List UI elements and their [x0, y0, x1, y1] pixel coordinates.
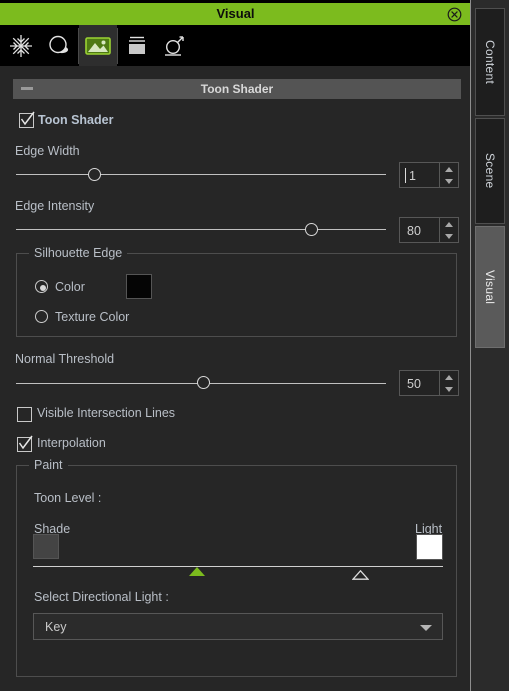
edge-intensity-spinbox[interactable]: 80 — [399, 217, 459, 243]
particle-emitter-icon[interactable] — [156, 25, 194, 66]
text-caret — [405, 168, 406, 183]
edge-intensity-label: Edge Intensity — [15, 199, 95, 213]
panel-content: Toon Shader Toon Shader Edge Width 1 Edg… — [0, 66, 471, 691]
spinner-buttons — [439, 163, 458, 187]
directional-light-label: Select Directional Light : — [34, 590, 169, 604]
snowflake-effects-icon[interactable] — [2, 25, 40, 66]
chevron-down-icon — [420, 625, 432, 631]
paint-group-title: Paint — [29, 458, 68, 472]
panel-toolbar — [0, 25, 471, 66]
check-icon — [18, 110, 35, 127]
edge-width-value: 1 — [409, 169, 416, 183]
normal-threshold-slider-knob[interactable] — [197, 376, 210, 389]
close-circle-icon[interactable] — [447, 7, 462, 22]
edge-width-spinbox[interactable]: 1 — [399, 162, 459, 188]
triangle-up-icon — [445, 221, 453, 227]
edge-width-slider-knob[interactable] — [88, 168, 101, 181]
spin-down-button[interactable] — [440, 230, 458, 242]
toon-level-label: Toon Level : — [34, 491, 102, 505]
light-marker[interactable] — [351, 567, 370, 580]
spin-up-button[interactable] — [440, 218, 458, 230]
tab-visual-label: Visual — [483, 269, 497, 305]
triangle-up-icon — [445, 166, 453, 172]
normal-threshold-spinbox[interactable]: 50 — [399, 370, 459, 396]
image-texture-icon[interactable] — [79, 25, 117, 66]
tab-content-label: Content — [483, 39, 497, 85]
right-tabstrip: Content Scene Visual — [471, 0, 509, 691]
edge-width-label: Edge Width — [15, 144, 80, 158]
tab-content[interactable]: Content — [475, 8, 505, 116]
application-window: Visual Toon Shader Toon Shader Edge Widt… — [0, 0, 509, 691]
edge-width-slider-track[interactable] — [16, 174, 386, 175]
box-drawer-icon[interactable] — [118, 25, 156, 66]
directional-light-combobox[interactable]: Key — [33, 613, 443, 640]
radio-texture-color[interactable] — [35, 310, 48, 323]
section-title: Toon Shader — [200, 82, 274, 96]
interpolation-label: Interpolation — [37, 436, 106, 450]
normal-threshold-label: Normal Threshold — [15, 352, 115, 366]
radio-color[interactable] — [35, 280, 48, 293]
triangle-down-icon — [445, 233, 453, 239]
light-color-swatch[interactable] — [416, 534, 443, 560]
silhouette-color-swatch[interactable] — [126, 274, 152, 299]
spinner-buttons — [439, 371, 458, 395]
triangle-down-icon — [445, 386, 453, 392]
silhouette-edge-group-title: Silhouette Edge — [29, 246, 128, 260]
edge-intensity-slider-track[interactable] — [16, 229, 386, 230]
panel-titlebar: Visual — [0, 3, 471, 25]
shade-color-swatch[interactable] — [33, 534, 59, 559]
spin-down-button[interactable] — [440, 175, 458, 187]
check-icon — [16, 434, 33, 451]
spinner-buttons — [439, 218, 458, 242]
spin-up-button[interactable] — [440, 163, 458, 175]
radio-color-label: Color — [55, 280, 85, 294]
shade-marker[interactable] — [189, 567, 205, 576]
checkbox-box — [17, 407, 32, 422]
visual-panel: Visual Toon Shader Toon Shader Edge Widt… — [0, 0, 471, 691]
radio-dot — [39, 284, 46, 291]
tab-scene-label: Scene — [483, 153, 497, 189]
tab-scene[interactable]: Scene — [475, 118, 505, 224]
triangle-up-icon — [445, 374, 453, 380]
silhouette-edge-group — [16, 253, 457, 337]
spin-down-button[interactable] — [440, 383, 458, 395]
spin-up-button[interactable] — [440, 371, 458, 383]
toon-shader-section-header[interactable]: Toon Shader — [13, 79, 461, 99]
edge-intensity-slider-knob[interactable] — [305, 223, 318, 236]
directional-light-value: Key — [45, 620, 67, 634]
tab-visual[interactable]: Visual — [475, 226, 505, 348]
radio-texture-color-label: Texture Color — [55, 310, 130, 324]
toon-shader-checkbox-label: Toon Shader — [38, 113, 114, 127]
normal-threshold-value: 50 — [407, 377, 421, 391]
toon-level-gradient-bar[interactable] — [33, 566, 443, 567]
shading-ball-icon[interactable] — [40, 25, 78, 66]
triangle-down-icon — [445, 178, 453, 184]
visible-intersection-lines-label: Visible Intersection Lines — [37, 406, 176, 420]
panel-title: Visual — [216, 6, 255, 21]
edge-intensity-value: 80 — [407, 224, 421, 238]
